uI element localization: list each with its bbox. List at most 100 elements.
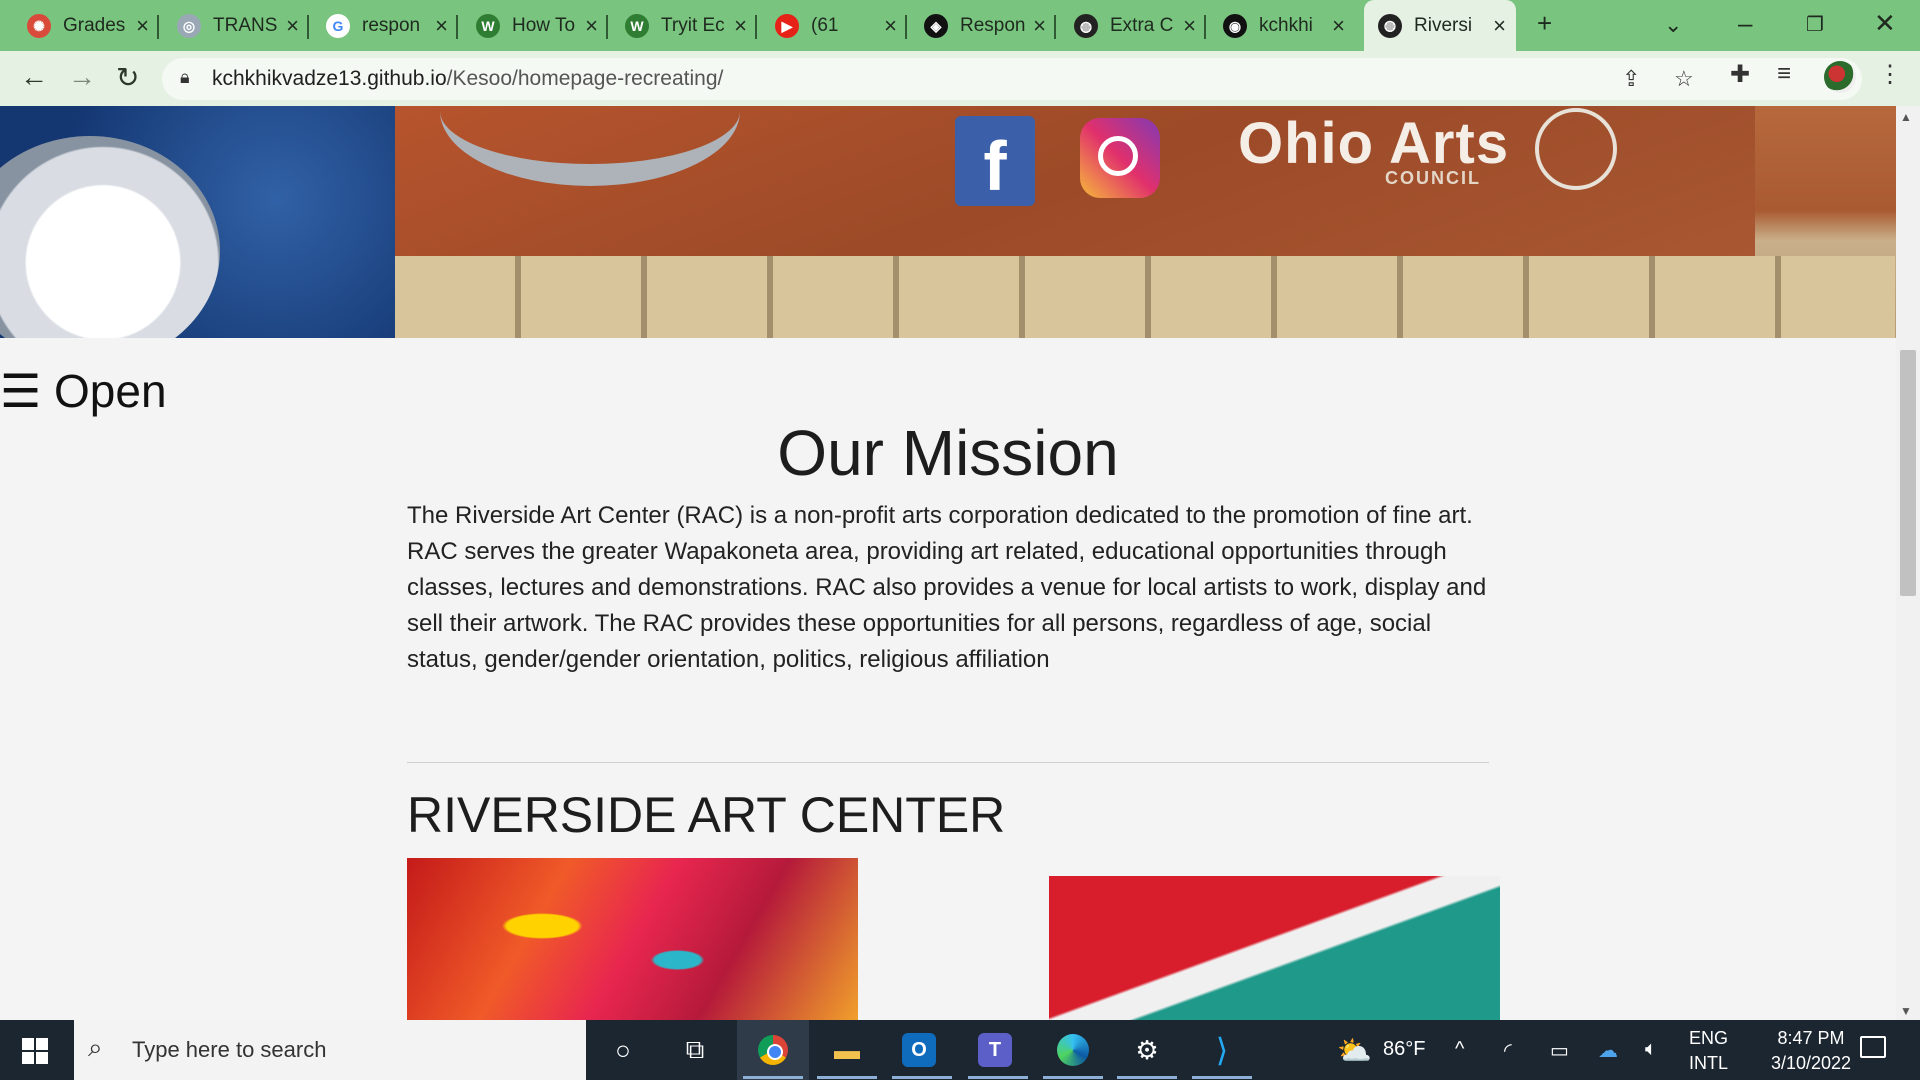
tab-title: How To [512,15,576,36]
scroll-down-arrow-icon[interactable]: ▼ [1900,1004,1912,1018]
url-path: /Kesoo/homepage-recreating/ [446,67,724,90]
address-bar[interactable]: 🔒︎ kchkhikvadze13.github.io/Kesoo/homepa… [162,58,1862,100]
onedrive-icon[interactable]: ☁ [1598,1038,1618,1063]
search-placeholder: Type here to search [132,1037,327,1062]
browser-tab[interactable]: ◍ Extra C × [1060,7,1206,45]
browser-tab[interactable]: ◎ TRANS × [163,7,309,45]
minimize-button[interactable]: – [1738,8,1752,39]
browser-tab[interactable]: ◍ Riversi × [1364,0,1516,51]
scroll-up-arrow-icon[interactable]: ▲ [1900,110,1912,124]
volume-icon[interactable]: 🔈︎ [1645,1038,1657,1061]
teams-icon[interactable]: T [978,1033,1012,1067]
tab-close-icon[interactable]: × [1183,13,1196,39]
ohio-arts-star-icon [1535,108,1617,190]
weather-icon[interactable]: ⛅ [1337,1034,1372,1067]
lock-icon[interactable]: 🔒︎ [180,67,190,88]
tab-close-icon[interactable]: × [435,13,448,39]
teams-running-indicator [968,1076,1028,1079]
tab-title: TRANS [213,15,278,36]
tab-separator [1204,15,1206,39]
hero-stone-wall [395,256,1895,338]
keyboard-layout: INTL [1689,1053,1729,1073]
file-explorer-icon[interactable]: ▬ [827,1030,867,1070]
search-icon: ⌕ [88,1032,103,1062]
tab-title: Respon [960,15,1026,36]
tab-search-icon[interactable]: ⌄ [1664,12,1682,38]
tab-favicon-icon: W [476,14,500,38]
battery-icon[interactable]: ▭ [1550,1038,1569,1063]
taskbar-search-box[interactable]: ⌕ Type here to search [74,1020,586,1080]
tab-close-icon[interactable]: × [1493,13,1506,39]
ohio-arts-logo-subtext: COUNCIL [1385,168,1481,188]
tab-separator [307,15,309,39]
section-divider [407,762,1489,763]
section-title: RIVERSIDE ART CENTER [407,787,1006,843]
browser-tab[interactable]: W How To × [462,7,608,45]
forward-button[interactable]: → [68,61,96,93]
tab-title: Tryit Ec [661,15,725,36]
windows-taskbar: ⌕ Type here to search ○ ⧉ ▬ O T ⚙ ⟩ ⛅ 86… [0,1020,1920,1080]
browser-tab[interactable]: ▶ (61 × [761,7,907,45]
notification-icon[interactable] [1860,1036,1886,1058]
url-host: kchkhikvadze13.github.io [212,67,447,90]
mission-title: Our Mission [777,417,1119,489]
tab-separator [606,15,608,39]
browser-tab[interactable]: ◉ kchkhi × [1209,7,1355,45]
tab-close-icon[interactable]: × [884,13,897,39]
tab-title: (61 [811,15,839,36]
tab-close-icon[interactable]: × [136,13,149,39]
tab-favicon-icon: W [625,14,649,38]
weather-temp[interactable]: 86°F [1383,1038,1425,1061]
tab-separator [157,15,159,39]
tab-close-icon[interactable]: × [734,13,747,39]
windows-start-icon[interactable] [22,1038,48,1064]
abstract-art-image [407,858,858,1020]
tab-favicon-icon: ✺ [27,14,51,38]
browser-tab[interactable]: ✺ Grades × [13,7,159,45]
menu-kebab-icon[interactable]: ⋮ [1878,60,1902,89]
tab-close-icon[interactable]: × [1033,13,1046,39]
chrome-icon[interactable] [753,1030,793,1070]
tab-close-icon[interactable]: × [286,13,299,39]
back-button[interactable]: ← [20,61,48,93]
language-indicator[interactable]: ENG INTL [1689,1026,1728,1076]
tab-close-icon[interactable]: × [585,13,598,39]
settings-gear-icon[interactable]: ⚙ [1127,1030,1167,1070]
chrome-running-indicator [743,1076,803,1079]
outlook-icon[interactable]: O [902,1033,936,1067]
browser-tab[interactable]: Grespon × [312,7,458,45]
tab-strip: ✺ Grades × ◎ TRANS × Grespon × W How To × W Tryit Ec… [0,0,1920,51]
browser-tab[interactable]: W Tryit Ec × [611,7,757,45]
tab-separator [1054,15,1056,39]
task-view-icon[interactable]: ⧉ [675,1030,715,1070]
tab-title: kchkhi [1259,15,1313,36]
clock[interactable]: 8:47 PM 3/10/2022 [1746,1026,1876,1076]
extensions-puzzle-icon[interactable]: ✚ [1730,60,1750,89]
share-icon[interactable]: ⇪ [1622,66,1640,92]
media-control-icon[interactable]: ≡ [1777,60,1791,88]
edge-icon[interactable] [1053,1030,1093,1070]
url-text[interactable]: kchkhikvadze13.github.io/Kesoo/homepage-… [212,67,723,91]
vscode-icon[interactable]: ⟩ [1202,1030,1242,1070]
hero-banner-image: f Ohio Arts COUNCIL [0,106,1896,338]
scrollbar-thumb[interactable] [1900,350,1916,596]
wifi-icon[interactable]: ◜ [1504,1038,1512,1063]
reload-button[interactable]: ↻ [116,61,139,94]
tab-close-icon[interactable]: × [1332,13,1345,39]
tab-favicon-icon: ◍ [1074,14,1098,38]
restore-button[interactable]: ❐ [1806,12,1824,37]
umbrellas-image [1049,876,1500,1020]
open-menu-button[interactable]: ☰ Open [0,364,167,418]
tray-chevron-icon[interactable]: ^ [1455,1038,1464,1061]
bookmark-star-icon[interactable]: ☆ [1674,66,1694,92]
tab-favicon-icon: G [326,14,350,38]
new-tab-button[interactable]: + [1537,8,1552,39]
profile-avatar[interactable] [1824,61,1856,93]
clock-time: 8:47 PM [1777,1028,1845,1048]
close-window-button[interactable]: ✕ [1874,8,1896,39]
browser-tab[interactable]: ◈ Respon × [910,7,1056,45]
edge-running-indicator [1043,1076,1103,1079]
tab-separator [456,15,458,39]
cortana-icon[interactable]: ○ [603,1030,643,1070]
tab-title: respon [362,15,421,36]
